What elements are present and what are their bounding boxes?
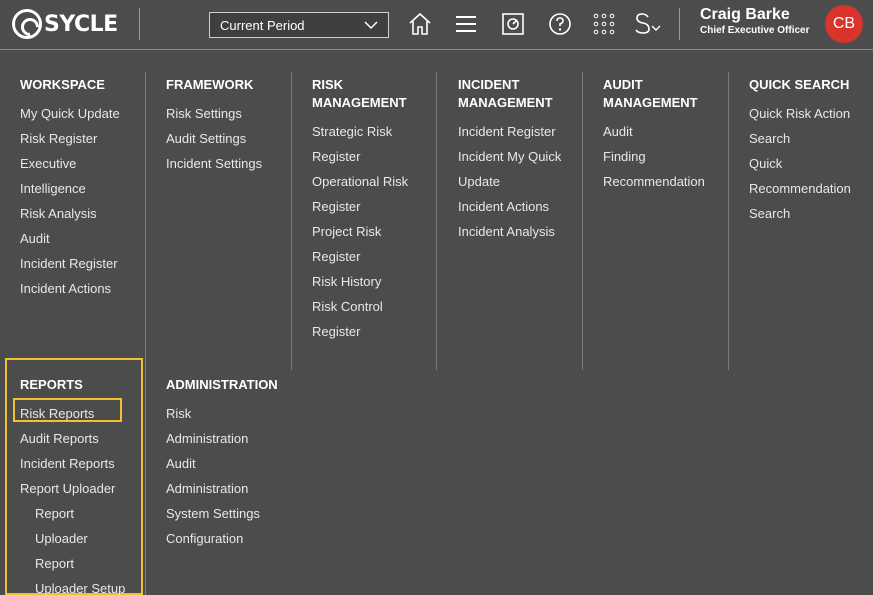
logo-text: SYCLE bbox=[44, 11, 118, 37]
menu-item-intelligence[interactable]: Intelligence bbox=[20, 176, 120, 201]
menu-item-incident-register[interactable]: Incident Register bbox=[458, 119, 561, 144]
menu-item-incident-actions[interactable]: Incident Actions bbox=[20, 276, 120, 301]
column-divider bbox=[728, 72, 729, 370]
column-heading-line: MANAGEMENT bbox=[312, 95, 407, 110]
menu-column-reports: REPORTS Risk Reports Audit Reports Incid… bbox=[20, 376, 125, 595]
menu-subitem-report[interactable]: Report bbox=[20, 551, 125, 576]
top-header: SYCLE Current Period Craig Barke Chief E… bbox=[0, 0, 873, 50]
menu-item-audit[interactable]: Audit bbox=[603, 119, 705, 144]
menu-item-incident-reports[interactable]: Incident Reports bbox=[20, 451, 125, 476]
menu-item-audit-reports[interactable]: Audit Reports bbox=[20, 426, 125, 451]
menu-column-audit-management: AUDIT MANAGEMENT Audit Finding Recommend… bbox=[603, 76, 705, 194]
sycle-logo[interactable]: SYCLE bbox=[12, 9, 118, 39]
column-heading: QUICK SEARCH bbox=[749, 77, 850, 92]
column-heading: ADMINISTRATION bbox=[166, 377, 278, 392]
menu-item-operational-risk-register[interactable]: Register bbox=[312, 194, 408, 219]
menu-column-framework: FRAMEWORK Risk Settings Audit Settings I… bbox=[166, 76, 262, 176]
column-heading: RISK MANAGEMENT bbox=[312, 76, 408, 112]
menu-item-incident-register[interactable]: Incident Register bbox=[20, 251, 120, 276]
menu-item-operational-risk[interactable]: Operational Risk bbox=[312, 169, 408, 194]
column-heading-line: INCIDENT bbox=[458, 77, 520, 92]
period-select[interactable]: Current Period bbox=[209, 12, 389, 38]
menu-item-incident-actions[interactable]: Incident Actions bbox=[458, 194, 561, 219]
menu-item-quick-recommendation-search[interactable]: Search bbox=[749, 201, 851, 226]
column-heading-line: AUDIT bbox=[603, 77, 643, 92]
menu-item-audit[interactable]: Audit bbox=[166, 451, 278, 476]
menu-column-administration: ADMINISTRATION Risk Administration Audit… bbox=[166, 376, 278, 551]
menu-item-risk-administration[interactable]: Administration bbox=[166, 426, 278, 451]
column-heading: INCIDENT MANAGEMENT bbox=[458, 76, 561, 112]
menu-item-my-quick-update[interactable]: My Quick Update bbox=[20, 101, 120, 126]
menu-item-incident-my-quick[interactable]: Incident My Quick bbox=[458, 144, 561, 169]
menu-item-finding[interactable]: Finding bbox=[603, 144, 705, 169]
menu-item-project-risk-register[interactable]: Register bbox=[312, 244, 408, 269]
dashboard-icon[interactable] bbox=[500, 11, 526, 37]
column-heading-line: MANAGEMENT bbox=[458, 95, 553, 110]
menu-subitem-report[interactable]: Report bbox=[20, 501, 125, 526]
column-heading: AUDIT MANAGEMENT bbox=[603, 76, 705, 112]
menu-subitem-uploader[interactable]: Uploader bbox=[20, 526, 125, 551]
menu-column-workspace: WORKSPACE My Quick Update Risk Register … bbox=[20, 76, 120, 301]
sycle-logo-icon bbox=[12, 9, 42, 39]
menu-column-incident-management: INCIDENT MANAGEMENT Incident Register In… bbox=[458, 76, 561, 244]
column-heading-line: MANAGEMENT bbox=[603, 95, 698, 110]
menu-item-risk-history[interactable]: Risk History bbox=[312, 269, 408, 294]
menu-item-report-uploader[interactable]: Report Uploader bbox=[20, 476, 125, 501]
menu-item-strategic-risk-register[interactable]: Register bbox=[312, 144, 408, 169]
period-select-value: Current Period bbox=[220, 17, 305, 33]
menu-item-risk-control-register[interactable]: Register bbox=[312, 319, 408, 344]
menu-item-incident-analysis[interactable]: Incident Analysis bbox=[458, 219, 561, 244]
menu-item-system-settings[interactable]: System Settings bbox=[166, 501, 278, 526]
column-divider bbox=[582, 72, 583, 370]
menu-item-audit[interactable]: Audit bbox=[20, 226, 120, 251]
header-divider bbox=[679, 8, 680, 40]
menu-item-quick-risk-action[interactable]: Quick Risk Action bbox=[749, 101, 851, 126]
menu-item-executive[interactable]: Executive bbox=[20, 151, 120, 176]
menu-icon[interactable] bbox=[453, 11, 479, 37]
menu-column-risk-management: RISK MANAGEMENT Strategic Risk Register … bbox=[312, 76, 408, 344]
menu-item-risk-control[interactable]: Risk Control bbox=[312, 294, 408, 319]
menu-item-risk-reports[interactable]: Risk Reports bbox=[20, 401, 125, 426]
apps-grid-icon[interactable] bbox=[591, 11, 617, 37]
header-divider bbox=[139, 8, 140, 40]
menu-item-risk-settings[interactable]: Risk Settings bbox=[166, 101, 262, 126]
menu-item-quick-recommendation[interactable]: Quick bbox=[749, 151, 851, 176]
sycle-switch-icon[interactable] bbox=[633, 11, 663, 37]
menu-item-risk[interactable]: Risk bbox=[166, 401, 278, 426]
menu-subitem-uploader-setup[interactable]: Uploader Setup bbox=[20, 576, 125, 595]
menu-item-risk-analysis[interactable]: Risk Analysis bbox=[20, 201, 120, 226]
menu-item-audit-administration[interactable]: Administration bbox=[166, 476, 278, 501]
help-icon[interactable] bbox=[547, 11, 573, 37]
menu-item-recommendation[interactable]: Recommendation bbox=[603, 169, 705, 194]
column-divider bbox=[291, 72, 292, 370]
column-divider bbox=[436, 72, 437, 370]
menu-item-audit-settings[interactable]: Audit Settings bbox=[166, 126, 262, 151]
menu-item-incident-my-quick-update[interactable]: Update bbox=[458, 169, 561, 194]
user-role: Chief Executive Officer bbox=[700, 25, 810, 36]
menu-item-project-risk[interactable]: Project Risk bbox=[312, 219, 408, 244]
menu-item-configuration[interactable]: Configuration bbox=[166, 526, 278, 551]
user-name: Craig Barke bbox=[700, 6, 790, 23]
menu-item-quick-recommendation-label[interactable]: Recommendation bbox=[749, 176, 851, 201]
column-heading: WORKSPACE bbox=[20, 77, 105, 92]
column-heading: FRAMEWORK bbox=[166, 77, 254, 92]
avatar[interactable]: CB bbox=[825, 5, 863, 43]
menu-item-quick-risk-action-search[interactable]: Search bbox=[749, 126, 851, 151]
column-heading-line: RISK bbox=[312, 77, 344, 92]
menu-column-quick-search: QUICK SEARCH Quick Risk Action Search Qu… bbox=[749, 76, 851, 226]
menu-item-strategic-risk[interactable]: Strategic Risk bbox=[312, 119, 408, 144]
chevron-down-icon bbox=[364, 21, 378, 30]
column-divider bbox=[145, 72, 146, 595]
column-heading: REPORTS bbox=[20, 377, 83, 392]
menu-item-incident-settings[interactable]: Incident Settings bbox=[166, 151, 262, 176]
menu-item-risk-register[interactable]: Risk Register bbox=[20, 126, 120, 151]
home-icon[interactable] bbox=[407, 11, 433, 37]
